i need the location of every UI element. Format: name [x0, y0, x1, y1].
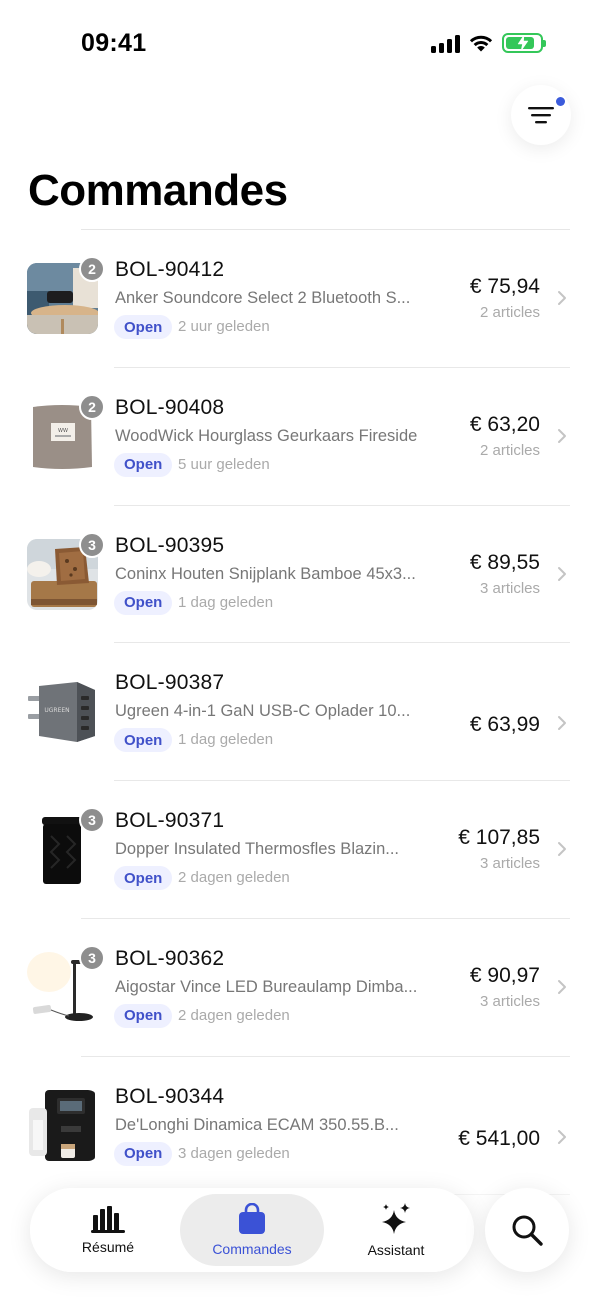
bar-chart-icon: [91, 1206, 125, 1233]
status-time: 09:41: [81, 29, 147, 57]
sparkles-icon: [382, 1203, 410, 1234]
product-thumbnail-charger: UGREEN: [27, 676, 98, 748]
order-id: BOL-90412: [115, 258, 225, 281]
order-row[interactable]: WW 2 BOL-90408 WoodWick Hourglass Geurka…: [0, 368, 598, 506]
tab-label: Commandes: [212, 1241, 292, 1257]
order-price: € 63,99: [469, 713, 540, 737]
order-id: BOL-90395: [115, 533, 225, 557]
order-items-count: 3 articles: [479, 992, 540, 1010]
order-description: De'Longhi Dinamica ECAM 350.55.B...: [115, 1115, 399, 1134]
order-id: BOL-90344: [115, 1084, 225, 1108]
page-title: Commandes: [28, 166, 288, 215]
status-bar: 09:41: [0, 0, 598, 90]
item-count-badge: 2: [79, 256, 105, 282]
tab-bar: Résumé Commandes Assistant: [30, 1188, 474, 1272]
order-id: BOL-90362: [115, 946, 225, 970]
status-badge: Open: [114, 590, 173, 615]
filter-active-dot: [556, 97, 565, 106]
order-row[interactable]: 2 BOL-90412 Anker Soundcore Select 2 Blu…: [0, 230, 598, 368]
item-count-badge: 3: [79, 531, 105, 558]
order-description: Coninx Houten Snijplank Bamboe 45x3...: [115, 564, 416, 583]
battery-charging-icon: [502, 33, 546, 53]
order-id: BOL-90371: [115, 809, 225, 833]
status-icons: [431, 33, 546, 53]
tab-assistant[interactable]: Assistant: [324, 1194, 468, 1266]
order-time: 2 dagen geleden: [178, 869, 290, 887]
order-price: € 63,20: [469, 412, 540, 436]
order-items-count: 3 articles: [479, 579, 540, 597]
search-icon: [512, 1215, 543, 1246]
search-button[interactable]: [485, 1188, 569, 1272]
order-row[interactable]: 3 BOL-90371 Dopper Insulated Thermosfles…: [0, 781, 598, 919]
order-price: € 541,00: [458, 1126, 540, 1150]
order-row[interactable]: 3 BOL-90395 Coninx Houten Snijplank Bamb…: [0, 506, 598, 644]
orders-list: 2 BOL-90412 Anker Soundcore Select 2 Blu…: [0, 230, 598, 1195]
order-price: € 89,55: [469, 550, 540, 574]
item-count-badge: 3: [79, 807, 105, 834]
item-count-badge: 3: [79, 944, 105, 971]
signal-icon: [431, 34, 460, 53]
svg-text:WW: WW: [58, 428, 68, 434]
order-price: € 90,97: [469, 963, 540, 987]
wifi-icon: [469, 35, 493, 52]
order-description: Anker Soundcore Select 2 Bluetooth S...: [115, 289, 411, 307]
chevron-right-icon: [558, 291, 566, 305]
order-time: 1 dag geleden: [178, 731, 274, 749]
tab-label: Résumé: [81, 1239, 135, 1255]
order-id: BOL-90408: [115, 395, 225, 419]
tab-resume[interactable]: Résumé: [36, 1194, 180, 1266]
filter-button[interactable]: [511, 85, 571, 145]
svg-text:UGREEN: UGREEN: [44, 707, 69, 714]
product-thumbnail-coffee-machine: [27, 1089, 98, 1161]
filter-icon: [528, 107, 554, 124]
order-description: Dopper Insulated Thermosfles Blazin...: [115, 840, 400, 859]
status-badge: Open: [114, 866, 173, 891]
order-row[interactable]: UGREEN BOL-90387 Ugreen 4-in-1 GaN USB-C…: [0, 643, 598, 782]
status-badge: Open: [114, 728, 173, 753]
tab-commandes[interactable]: Commandes: [180, 1194, 324, 1266]
tab-label: Assistant: [367, 1242, 425, 1258]
item-count-badge: 2: [79, 393, 105, 420]
order-price: € 75,94: [469, 275, 540, 298]
chevron-right-icon: [558, 428, 566, 443]
order-description: WoodWick Hourglass Geurkaars Fireside: [115, 426, 418, 445]
order-row[interactable]: 3 BOL-90362 Aigostar Vince LED Bureaulam…: [0, 919, 598, 1057]
order-items-count: 3 articles: [479, 855, 540, 873]
order-description: Ugreen 4-in-1 GaN USB-C Oplader 10...: [115, 702, 411, 721]
shopping-bag-icon: [239, 1203, 265, 1234]
status-badge: Open: [114, 1003, 173, 1028]
chevron-right-icon: [558, 716, 566, 731]
order-items-count: 2 articles: [479, 304, 540, 321]
chevron-right-icon: [558, 842, 566, 857]
order-description: Aigostar Vince LED Bureaulamp Dimba...: [115, 977, 418, 996]
chevron-right-icon: [558, 1129, 566, 1144]
status-badge: Open: [114, 452, 173, 477]
order-time: 1 dag geleden: [178, 593, 274, 611]
order-items-count: 2 articles: [479, 441, 540, 459]
chevron-right-icon: [558, 566, 566, 581]
order-time: 5 uur geleden: [178, 455, 270, 473]
status-badge: Open: [114, 315, 173, 339]
order-id: BOL-90387: [115, 671, 225, 695]
order-price: € 107,85: [458, 826, 540, 850]
order-time: 2 dagen geleden: [178, 1006, 290, 1024]
order-time: 2 uur geleden: [178, 318, 270, 335]
chevron-right-icon: [558, 979, 566, 994]
